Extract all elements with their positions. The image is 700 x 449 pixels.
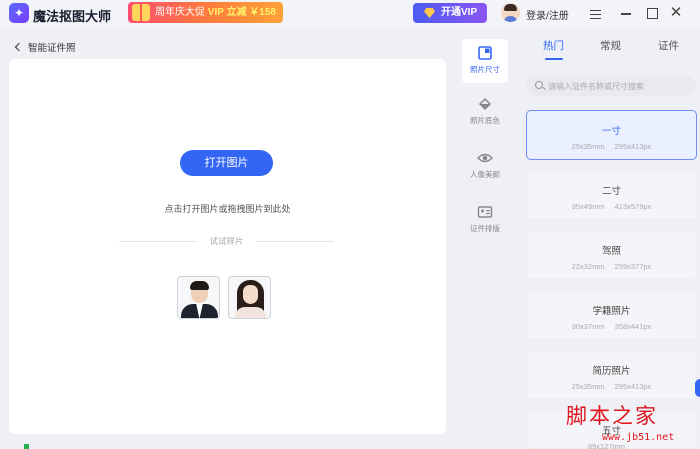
promo-vip-text: VIP 立减 ￥158 [207, 7, 276, 18]
crop-icon [478, 46, 492, 60]
active-tab-indicator [545, 58, 563, 60]
app-title: 魔法抠图大师 [33, 9, 112, 24]
size-dims: 25x35mm 295x413px [571, 142, 652, 151]
rail-item-portrait-beauty[interactable]: 人像美颜 [462, 150, 508, 190]
size-card-driver-license[interactable]: 驾照 22x32mm 259x377px [526, 230, 697, 280]
maximize-icon[interactable] [643, 4, 661, 22]
sample-divider: 试试样片 [119, 235, 334, 247]
size-dims: 25x35mm 295x413px [571, 382, 652, 391]
rail-item-photo-size[interactable]: 照片尺寸 [462, 39, 508, 83]
breadcrumb-label: 智能证件照 [28, 43, 76, 54]
rail-item-id-layout[interactable]: 证件排版 [462, 204, 508, 244]
size-card-resume[interactable]: 简历照片 25x35mm 295x413px [526, 350, 697, 400]
paint-bucket-icon [478, 97, 492, 111]
avatar[interactable] [501, 3, 520, 22]
size-card-1inch[interactable]: 一寸 25x35mm 295x413px [526, 110, 697, 160]
breadcrumb[interactable]: 智能证件照 [14, 40, 76, 54]
size-name: 一寸 [601, 126, 621, 137]
size-card-student[interactable]: 学籍照片 30x37mm 358x441px [526, 290, 697, 340]
menu-icon[interactable] [586, 4, 604, 22]
sample-label: 试试样片 [209, 236, 244, 246]
rail-label: 照片底色 [470, 116, 500, 125]
tab-hot[interactable]: 热门 [543, 38, 564, 53]
open-image-button[interactable]: 打开图片 [180, 150, 273, 176]
size-dims: 35x49mm 413x579px [571, 202, 652, 211]
floating-help-tab[interactable] [695, 379, 700, 397]
tab-certificate[interactable]: 证件 [658, 38, 679, 53]
gift-icon [132, 4, 150, 21]
tab-regular[interactable]: 常规 [600, 38, 621, 53]
size-name: 简历照片 [592, 366, 631, 377]
rail-label: 人像美颜 [470, 170, 500, 179]
size-tabs: 热门 常规 证件 [525, 38, 700, 60]
sample-photo-male[interactable] [177, 276, 220, 319]
sample-photo-female[interactable] [228, 276, 271, 319]
open-vip-button[interactable]: 开通VIP [413, 3, 487, 23]
promo-text: 周年庆大促 [155, 7, 208, 18]
size-dims: 30x37mm 358x441px [571, 322, 652, 331]
size-search-input[interactable] [526, 76, 696, 96]
size-name: 学籍照片 [592, 306, 631, 317]
upload-panel[interactable]: 打开图片 点击打开图片或拖拽图片到此处 试试样片 [9, 59, 446, 434]
watermark-logo: 脚本之家 [566, 404, 658, 428]
watermark-url: www.jb51.net [602, 432, 675, 443]
size-dims: 22x32mm 259x377px [571, 262, 652, 271]
rail-label: 照片尺寸 [470, 65, 500, 74]
rail-item-photo-background[interactable]: 照片底色 [462, 96, 508, 136]
minimize-icon[interactable] [617, 4, 635, 22]
close-icon[interactable]: ✕ [667, 4, 685, 22]
search-icon [535, 81, 543, 89]
title-bar: ✦ 魔法抠图大师 周年庆大促 VIP 立减 ￥158 开通VIP 登录/注册 ✕ [0, 0, 700, 27]
status-indicator [24, 444, 29, 449]
login-link[interactable]: 登录/注册 [526, 7, 569, 22]
diamond-icon [424, 8, 435, 18]
app-logo-icon: ✦ [9, 3, 29, 23]
promo-banner[interactable]: 周年庆大促 VIP 立减 ￥158 [128, 2, 283, 23]
size-name: 二寸 [601, 186, 621, 197]
size-name: 驾照 [601, 246, 621, 257]
drop-hint: 点击打开图片或拖拽图片到此处 [164, 204, 291, 214]
id-card-icon [477, 206, 493, 218]
size-dims: 89x127mm [587, 442, 626, 449]
eye-icon [477, 153, 493, 163]
open-vip-label: 开通VIP [441, 7, 478, 18]
rail-label: 证件排版 [470, 224, 500, 233]
size-card-2inch[interactable]: 二寸 35x49mm 413x579px [526, 170, 697, 220]
back-arrow-icon[interactable] [14, 42, 24, 52]
